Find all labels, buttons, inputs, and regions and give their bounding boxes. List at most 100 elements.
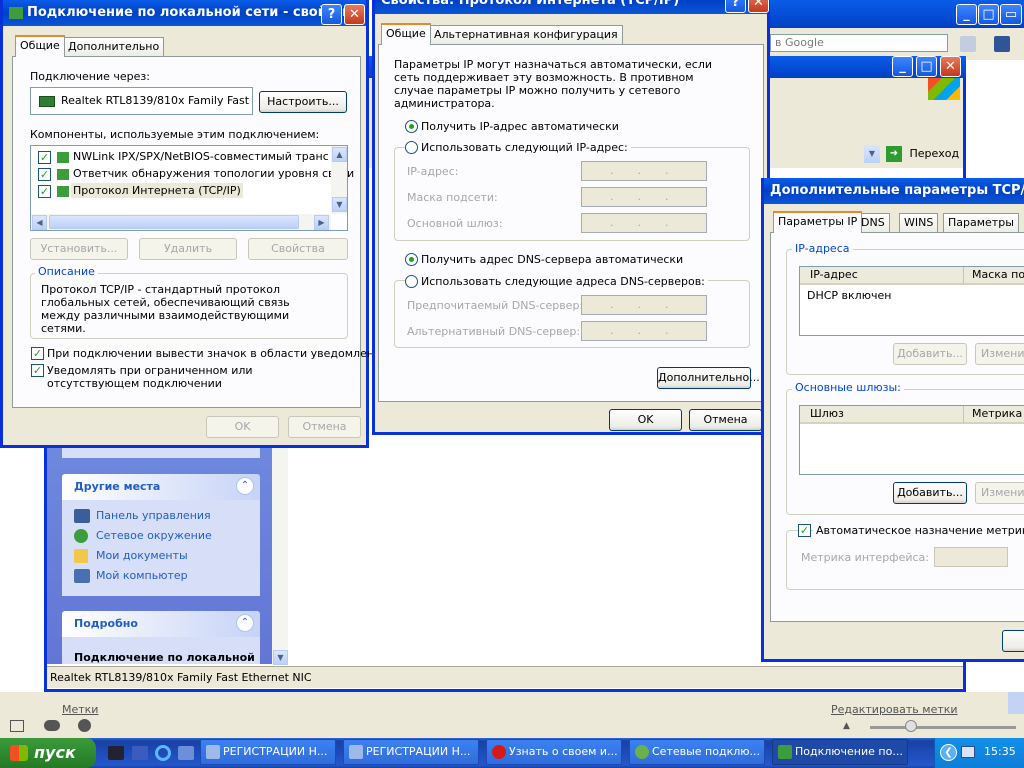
lan-ok-button[interactable]: OK xyxy=(206,416,279,438)
component-item-tcpip[interactable]: Протокол Интернета (TCP/IP) xyxy=(71,183,243,198)
network-card-icon xyxy=(39,96,55,107)
ip-add-button[interactable]: Добавить... xyxy=(893,343,967,365)
tray-expand-icon[interactable]: ❮ xyxy=(940,744,957,761)
lan-close-button[interactable]: ✕ xyxy=(344,4,365,25)
adv-tab-ip-settings[interactable]: Параметры IP xyxy=(773,211,863,233)
ip-address-field[interactable]: ... xyxy=(581,161,707,181)
explorer-maximize-button[interactable]: □ xyxy=(916,56,937,77)
subnet-mask-field[interactable]: ... xyxy=(581,187,707,207)
adapter-name: Realtek RTL8139/810x Family Fast xyxy=(61,94,250,107)
components-scroll-right[interactable]: ▶ xyxy=(314,215,329,230)
edit-labels-link[interactable]: Редактировать метки xyxy=(831,703,958,716)
configure-button[interactable]: Настроить... xyxy=(259,91,347,113)
tcpip-cancel-button[interactable]: Отмена xyxy=(689,409,762,431)
metric-col-header[interactable]: Метрика xyxy=(964,406,1024,424)
component-item-nwlink[interactable]: NWLink IPX/SPX/NetBIOS-совместимый транс… xyxy=(73,150,328,163)
quick-launch-icon[interactable] xyxy=(108,746,124,760)
my-computer-link[interactable]: Мой компьютер xyxy=(96,569,188,582)
tcpip-close-button[interactable]: ✕ xyxy=(748,0,769,13)
components-scroll-left[interactable]: ◀ xyxy=(32,215,47,230)
zoom-slider-handle[interactable] xyxy=(905,720,917,732)
clock[interactable]: 15:35 xyxy=(984,745,1016,758)
task-pane-scroll-down[interactable]: ▼ xyxy=(273,650,288,665)
browser-minimize-button[interactable]: _ xyxy=(956,4,977,25)
search-options-icon[interactable] xyxy=(960,36,976,52)
adv-tab-wins[interactable]: WINS xyxy=(899,213,939,233)
auto-ip-label: Получить IP-адрес автоматически xyxy=(421,120,619,133)
gateway-edit-button[interactable]: Изменит xyxy=(975,482,1024,504)
dhcp-row[interactable]: DHCP включен xyxy=(807,289,891,302)
taskbar-item-lan[interactable]: Подключение по... xyxy=(772,739,908,765)
network-places-link[interactable]: Сетевое окружение xyxy=(96,529,212,542)
component-checkbox-tcpip[interactable]: ✓ xyxy=(38,185,51,198)
adv-tab-options[interactable]: Параметры xyxy=(943,213,1019,233)
component-checkbox-topology[interactable]: ✓ xyxy=(38,168,51,181)
panel-toggle-icon[interactable] xyxy=(10,720,24,732)
show-icon-checkbox[interactable]: ✓ xyxy=(31,347,44,360)
ie-icon[interactable] xyxy=(155,745,171,761)
auto-ip-radio[interactable] xyxy=(405,120,418,133)
uninstall-button[interactable]: Удалить xyxy=(139,238,237,260)
manual-dns-radio[interactable] xyxy=(405,275,418,288)
bottom-scroll-thumb[interactable] xyxy=(1008,692,1024,714)
zoom-out-icon[interactable]: ▲ xyxy=(843,721,850,731)
explorer-close-button[interactable]: ✕ xyxy=(940,56,961,77)
components-scroll-down[interactable]: ▼ xyxy=(332,197,347,212)
manual-ip-radio[interactable] xyxy=(405,141,418,154)
my-documents-link[interactable]: Мои документы xyxy=(96,549,188,562)
ip-edit-button[interactable]: Изменит xyxy=(975,343,1024,365)
tcpip-tab-alternate[interactable]: Альтернативная конфигурация xyxy=(429,25,623,45)
cloud-icon[interactable] xyxy=(44,720,60,731)
tcpip-advanced-button[interactable]: Дополнительно... xyxy=(657,367,760,389)
advanced-ok-button[interactable] xyxy=(1002,630,1024,652)
labels-link[interactable]: Метки xyxy=(62,703,98,716)
tcpip-tab-general[interactable]: Общие xyxy=(381,23,431,45)
explorer-minimize-button[interactable]: _ xyxy=(892,56,913,77)
control-panel-link[interactable]: Панель управления xyxy=(96,509,211,522)
zoom-slider[interactable] xyxy=(870,726,1016,729)
taskbar-item-opera[interactable]: Узнать о своем и... xyxy=(486,739,622,765)
mask-col-header[interactable]: Маска под xyxy=(964,267,1024,285)
description-text: Протокол TCP/IP - стандартный протокол г… xyxy=(41,283,290,335)
alternate-dns-field[interactable]: ... xyxy=(581,321,707,341)
other-places-collapse-icon[interactable]: ⌃ xyxy=(236,477,254,495)
go-button[interactable]: ➜ Переход xyxy=(886,144,960,164)
components-scroll-up[interactable]: ▲ xyxy=(332,147,347,162)
gateway-add-button[interactable]: Добавить... xyxy=(893,482,967,504)
network-tray-icon[interactable] xyxy=(961,746,975,758)
component-checkbox-nwlink[interactable]: ✓ xyxy=(38,151,51,164)
taskbar-item-reg2[interactable]: РЕГИСТРАЦИИ Н... xyxy=(343,739,479,765)
address-dropdown-icon[interactable]: ▼ xyxy=(864,145,880,163)
auto-dns-radio[interactable] xyxy=(405,253,418,266)
ip-col-header[interactable]: IP-адрес xyxy=(800,267,964,285)
bookmark-icon[interactable] xyxy=(994,36,1010,52)
install-button[interactable]: Установить... xyxy=(30,238,128,260)
taskbar-item-reg1[interactable]: РЕГИСТРАЦИИ Н... xyxy=(200,739,336,765)
lan-cancel-button[interactable]: Отмена xyxy=(288,416,361,438)
interface-metric-field[interactable] xyxy=(934,547,1008,567)
properties-button[interactable]: Свойства xyxy=(248,238,348,260)
browser-maximize-button[interactable]: □ xyxy=(978,4,999,25)
taskbar-item-network[interactable]: Сетевые подклю... xyxy=(629,739,765,765)
gateway-field[interactable]: ... xyxy=(581,213,707,233)
notify-checkbox[interactable]: ✓ xyxy=(31,364,44,377)
gateway-col-header[interactable]: Шлюз xyxy=(800,406,964,424)
speed-icon[interactable] xyxy=(78,719,91,732)
auto-metric-checkbox[interactable]: ✓ xyxy=(798,524,811,537)
start-button[interactable]: пуск xyxy=(0,738,96,768)
google-search-input[interactable]: в Google xyxy=(770,34,948,52)
quick-launch-icon[interactable] xyxy=(178,746,194,760)
component-item-topology[interactable]: Ответчик обнаружения топологии уровня св… xyxy=(73,167,354,180)
tcpip-ok-button[interactable]: OK xyxy=(609,409,682,431)
components-hscroll-thumb[interactable] xyxy=(49,215,299,229)
lan-tab-advanced[interactable]: Дополнительно xyxy=(63,37,165,57)
details-header[interactable]: Подробно xyxy=(62,611,260,637)
browser-restore-button[interactable]: ▭ xyxy=(1000,4,1022,25)
tcpip-help-button[interactable]: ? xyxy=(725,0,746,13)
other-places-header[interactable]: Другие места xyxy=(62,474,260,500)
lan-help-button[interactable]: ? xyxy=(321,4,342,25)
quick-launch-icon[interactable] xyxy=(132,746,148,760)
details-collapse-icon[interactable]: ⌃ xyxy=(236,614,254,632)
lan-tab-general[interactable]: Общие xyxy=(15,35,65,57)
preferred-dns-field[interactable]: ... xyxy=(581,295,707,315)
